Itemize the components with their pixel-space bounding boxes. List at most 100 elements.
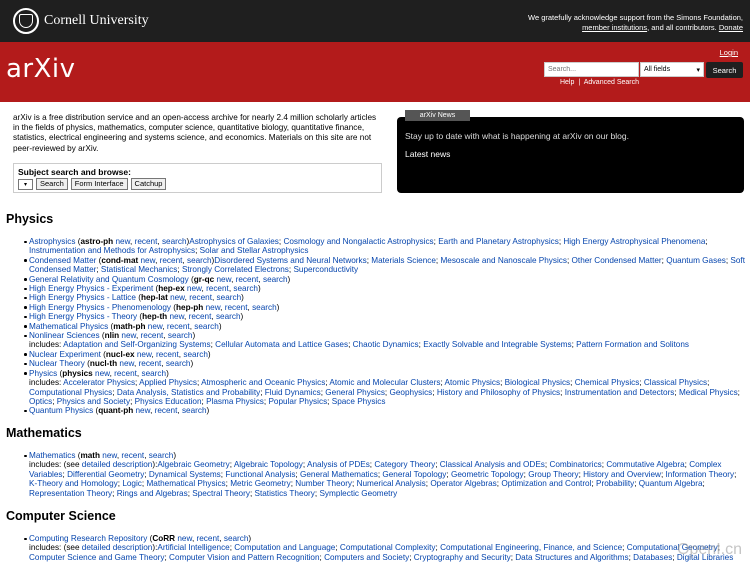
search-link[interactable]: search (183, 350, 208, 359)
subcategory-link[interactable]: Superconductivity (293, 265, 358, 274)
latest-news-link[interactable]: Latest news (405, 149, 450, 159)
login-link[interactable]: Login (720, 48, 738, 57)
subcategory-link[interactable]: Chemical Physics (575, 378, 640, 387)
recent-link[interactable]: recent (236, 275, 259, 284)
subcategory-link[interactable]: Biological Physics (505, 378, 571, 387)
search-field-select[interactable]: All fields ▾ (640, 62, 704, 77)
subcategory-link[interactable]: Solar and Stellar Astrophysics (200, 246, 309, 255)
new-link[interactable]: new (137, 350, 152, 359)
search-link[interactable]: search (187, 256, 212, 265)
subcategory-link[interactable]: Instrumentation and Methods for Astrophy… (29, 246, 195, 255)
subcategory-link[interactable]: Astrophysics of Galaxies (189, 237, 279, 246)
subcategory-link[interactable]: Fluid Dynamics (265, 388, 321, 397)
subcategory-link[interactable]: Instrumentation and Detectors (565, 388, 675, 397)
search-link[interactable]: search (217, 293, 242, 302)
subcategory-link[interactable]: Functional Analysis (225, 470, 295, 479)
subcategory-link[interactable]: Space Physics (332, 397, 386, 406)
new-link[interactable]: new (206, 303, 221, 312)
subcategory-link[interactable]: Mesoscale and Nanoscale Physics (440, 256, 567, 265)
subcategory-link[interactable]: Cellular Automata and Lattice Gases (215, 340, 348, 349)
subcategory-link[interactable]: Optics (29, 397, 52, 406)
subcategory-link[interactable]: High Energy Astrophysical Phenomena (563, 237, 705, 246)
detailed-description-link[interactable]: detailed description (82, 543, 153, 552)
subcategory-link[interactable]: Quantum Algebra (639, 479, 703, 488)
subcategory-link[interactable]: Dynamical Systems (149, 470, 221, 479)
subcategory-link[interactable]: Physics Education (135, 397, 202, 406)
new-link[interactable]: new (169, 312, 184, 321)
subject-search-button[interactable]: Search (36, 178, 68, 190)
new-link[interactable]: new (119, 359, 134, 368)
search-link[interactable]: search (149, 451, 174, 460)
subcategory-link[interactable]: Atmospheric and Oceanic Physics (201, 378, 325, 387)
recent-link[interactable]: recent (121, 451, 144, 460)
subcategory-link[interactable]: Mathematical Physics (146, 479, 225, 488)
subcategory-link[interactable]: Artificial Intelligence (157, 543, 229, 552)
subcategory-link[interactable]: Data Structures and Algorithms (515, 553, 628, 562)
subcategory-link[interactable]: Classical Physics (644, 378, 707, 387)
subcategory-link[interactable]: Probability (596, 479, 634, 488)
subcategory-link[interactable]: Spectral Theory (192, 489, 250, 498)
subcategory-link[interactable]: Computational Complexity (340, 543, 436, 552)
category-link[interactable]: General Relativity and Quantum Cosmology (29, 275, 189, 284)
category-link[interactable]: Nonlinear Sciences (29, 331, 100, 340)
subcategory-link[interactable]: Accelerator Physics (63, 378, 135, 387)
help-link[interactable]: Help (560, 79, 574, 86)
category-link[interactable]: High Energy Physics - Theory (29, 312, 137, 321)
search-link[interactable]: search (216, 312, 241, 321)
search-link[interactable]: search (233, 284, 258, 293)
subcategory-link[interactable]: Classical Analysis and ODEs (440, 460, 545, 469)
subcategory-link[interactable]: Exactly Solvable and Integrable Systems (423, 340, 571, 349)
category-link[interactable]: Mathematics (29, 451, 75, 460)
new-link[interactable]: new (217, 275, 232, 284)
subcategory-link[interactable]: Combinatorics (549, 460, 601, 469)
subcategory-link[interactable]: Physics and Society (57, 397, 130, 406)
recent-link[interactable]: recent (160, 256, 183, 265)
category-link[interactable]: High Energy Physics - Phenomenology (29, 303, 171, 312)
subcategory-link[interactable]: Computers and Society (324, 553, 409, 562)
subcategory-link[interactable]: Operator Algebras (430, 479, 496, 488)
category-link[interactable]: High Energy Physics - Lattice (29, 293, 136, 302)
recent-link[interactable]: recent (141, 331, 164, 340)
category-link[interactable]: Mathematical Physics (29, 322, 108, 331)
subject-select[interactable]: ▾ (18, 178, 33, 190)
subcategory-link[interactable]: Computation and Language (234, 543, 335, 552)
subcategory-link[interactable]: Adaptation and Self-Organizing Systems (63, 340, 210, 349)
cornell-logo[interactable]: Cornell University (13, 8, 149, 34)
search-input[interactable] (544, 62, 639, 77)
subcategory-link[interactable]: Pattern Formation and Solitons (576, 340, 689, 349)
subcategory-link[interactable]: Rings and Algebras (117, 489, 188, 498)
subcategory-link[interactable]: Number Theory (295, 479, 352, 488)
subcategory-link[interactable]: Medical Physics (679, 388, 738, 397)
subcategory-link[interactable]: Popular Physics (268, 397, 327, 406)
subcategory-link[interactable]: Geophysics (389, 388, 432, 397)
subcategory-link[interactable]: Databases (633, 553, 672, 562)
subcategory-link[interactable]: Algebraic Geometry (157, 460, 229, 469)
subcategory-link[interactable]: K-Theory and Homology (29, 479, 118, 488)
new-link[interactable]: new (177, 534, 192, 543)
search-button[interactable]: Search (706, 62, 743, 78)
search-link[interactable]: search (194, 322, 219, 331)
search-link[interactable]: search (224, 534, 249, 543)
new-link[interactable]: new (115, 237, 130, 246)
subcategory-link[interactable]: Other Condensed Matter (572, 256, 662, 265)
subcategory-link[interactable]: General Topology (382, 470, 446, 479)
recent-link[interactable]: recent (167, 322, 190, 331)
subcategory-link[interactable]: General Mathematics (300, 470, 378, 479)
subcategory-link[interactable]: Plasma Physics (206, 397, 264, 406)
subcategory-link[interactable]: Earth and Planetary Astrophysics (438, 237, 559, 246)
recent-link[interactable]: recent (156, 350, 179, 359)
subcategory-link[interactable]: Algebraic Topology (234, 460, 303, 469)
new-link[interactable]: new (187, 284, 202, 293)
subcategory-link[interactable]: Computational Engineering, Finance, and … (440, 543, 622, 552)
subcategory-link[interactable]: Atomic and Molecular Clusters (329, 378, 440, 387)
search-link[interactable]: search (263, 275, 288, 284)
search-link[interactable]: search (141, 369, 166, 378)
subcategory-link[interactable]: Geometric Topology (451, 470, 524, 479)
subcategory-link[interactable]: Applied Physics (139, 378, 197, 387)
subcategory-link[interactable]: Computer Science and Game Theory (29, 553, 164, 562)
recent-link[interactable]: recent (155, 406, 178, 415)
category-link[interactable]: Nuclear Theory (29, 359, 85, 368)
category-link[interactable]: Quantum Physics (29, 406, 93, 415)
subcategory-link[interactable]: Cryptography and Security (414, 553, 511, 562)
subcategory-link[interactable]: Computational Physics (29, 388, 112, 397)
